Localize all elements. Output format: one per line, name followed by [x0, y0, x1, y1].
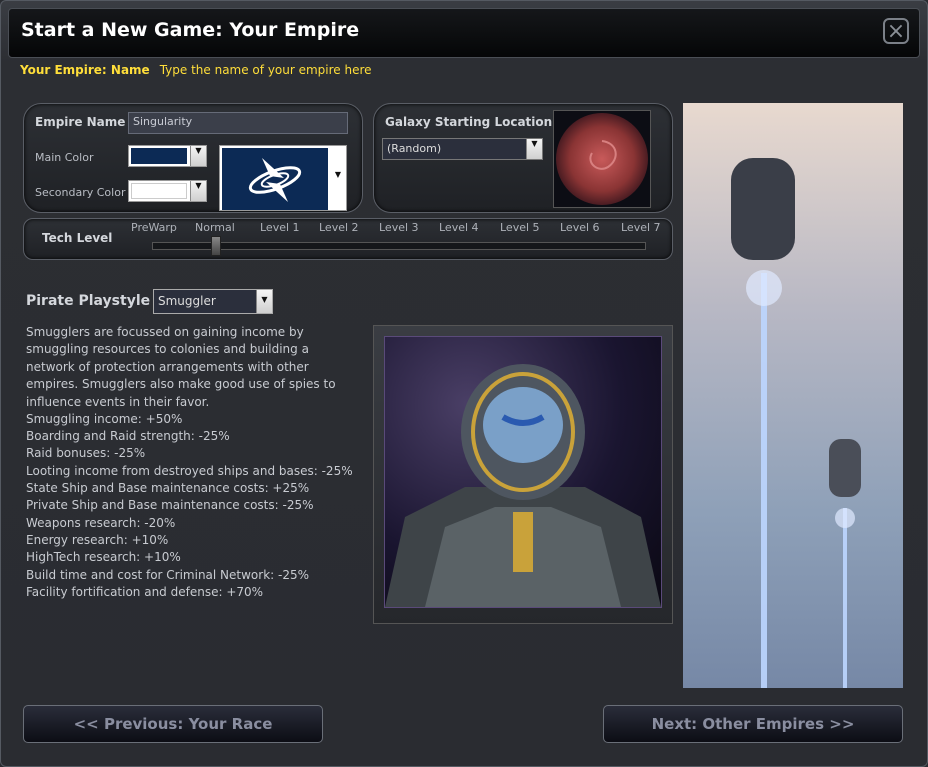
stat-line: Smuggling income: +50%	[26, 412, 183, 426]
chevron-down-icon: ▼	[190, 146, 206, 166]
tech-level-slider[interactable]	[152, 242, 646, 250]
stat-line: Energy research: +10%	[26, 533, 169, 547]
stat-line: HighTech research: +10%	[26, 550, 181, 564]
main-color-swatch	[131, 148, 187, 164]
hint-text: Type the name of your empire here	[159, 63, 372, 77]
pirate-portrait-image	[384, 336, 662, 608]
close-icon[interactable]: ×	[883, 18, 909, 44]
tech-tick: Normal	[195, 221, 235, 234]
tech-tick: Level 4	[439, 221, 479, 234]
slider-handle[interactable]	[211, 236, 221, 256]
secondary-color-swatch	[131, 183, 187, 199]
portrait-frame	[373, 325, 673, 624]
secondary-color-label: Secondary Color	[35, 186, 126, 199]
stat-line: Build time and cost for Criminal Network…	[26, 568, 310, 582]
playstyle-description: Smugglers are focussed on gaining income…	[26, 325, 336, 409]
chevron-down-icon: ▼	[256, 290, 272, 313]
playstyle-value: Smuggler	[158, 294, 216, 308]
tech-tick: Level 5	[500, 221, 540, 234]
main-color-dropdown[interactable]: ▼	[128, 145, 207, 167]
next-button[interactable]: Next: Other Empires >>	[603, 705, 903, 743]
empire-flag-icon	[222, 148, 328, 210]
galaxy-map-image[interactable]	[553, 110, 651, 208]
stat-line: Boarding and Raid strength: -25%	[26, 429, 230, 443]
playstyle-label: Pirate Playstyle	[26, 293, 151, 309]
secondary-color-dropdown[interactable]: ▼	[128, 180, 207, 202]
stat-line: Facility fortification and defense: +70%	[26, 585, 264, 599]
main-color-label: Main Color	[35, 151, 94, 164]
empire-name-input[interactable]: Singularity	[128, 112, 348, 134]
tech-level-label: Tech Level	[42, 231, 113, 245]
field-hint: Your Empire: Name Type the name of your e…	[20, 63, 372, 77]
tech-tick: Level 3	[379, 221, 419, 234]
tech-tick: Level 2	[319, 221, 359, 234]
chevron-down-icon: ▼	[190, 181, 206, 201]
tech-tick: PreWarp	[131, 221, 177, 234]
title-bar: Start a New Game: Your Empire ×	[8, 8, 920, 58]
galaxy-location-dropdown[interactable]: (Random) ▼	[382, 138, 543, 160]
playstyle-dropdown[interactable]: Smuggler ▼	[153, 289, 273, 314]
stat-line: Raid bonuses: -25%	[26, 446, 146, 460]
window-title: Start a New Game: Your Empire	[21, 19, 360, 41]
stat-line: Weapons research: -20%	[26, 516, 176, 530]
galaxy-location-label: Galaxy Starting Location	[385, 115, 553, 129]
chevron-down-icon: ▼	[526, 139, 542, 159]
flag-dropdown[interactable]: ▼	[219, 145, 347, 211]
stat-line: Looting income from destroyed ships and …	[26, 464, 353, 478]
stat-line: State Ship and Base maintenance costs: +…	[26, 481, 310, 495]
stat-line: Private Ship and Base maintenance costs:…	[26, 498, 314, 512]
tech-tick: Level 1	[260, 221, 300, 234]
hint-label: Your Empire: Name	[20, 63, 150, 77]
empire-name-label: Empire Name	[35, 115, 126, 129]
space-elevator-image	[683, 103, 903, 688]
chevron-down-icon: ▼	[330, 146, 346, 210]
tech-tick: Level 6	[560, 221, 600, 234]
tech-tick: Level 7	[621, 221, 661, 234]
previous-button[interactable]: << Previous: Your Race	[23, 705, 323, 743]
galaxy-location-value: (Random)	[387, 142, 442, 155]
